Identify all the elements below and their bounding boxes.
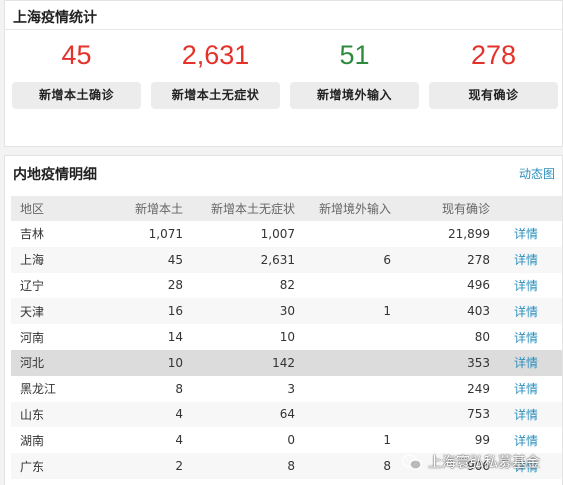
cell-region: 上海 — [11, 246, 71, 273]
cell-region: 吉林 — [20, 227, 45, 242]
stat-label: 现有确诊 — [429, 82, 558, 109]
cell-new-imported — [295, 376, 391, 402]
cell-new-asymptomatic: 0 — [287, 433, 295, 448]
table-row: 天津 16 30 1 403 详情 — [11, 298, 562, 325]
table-row: 河南 14 10 80 详情 — [11, 324, 562, 350]
cell-new-asymptomatic: 30 — [183, 298, 295, 325]
cell-new-imported — [295, 401, 391, 428]
cell-current-confirmed: 80 — [474, 330, 490, 345]
detail-link[interactable]: 详情 — [490, 401, 562, 428]
cell-new-local: 16 — [71, 298, 183, 325]
region-table: 地区 新增本土 新增本土无症状 新增境外输入 现有确诊 吉林 1,071 1,007… — [11, 196, 562, 479]
col-header-detail — [490, 196, 562, 221]
table-row: 山东 4 64 753 详情 — [11, 401, 562, 428]
table-row: 河北 10 142 353 详情 — [11, 349, 562, 376]
cell-current-confirmed: 403 — [391, 298, 490, 325]
stat-new-imported: 51 新增境外输入 — [290, 39, 419, 109]
cell-current-confirmed: 278 — [391, 246, 490, 273]
detail-link[interactable]: 详情 — [490, 298, 562, 325]
stat-label: 新增境外输入 — [290, 82, 419, 109]
cell-region: 广东 — [11, 453, 71, 479]
stat-current-confirmed: 278 现有确诊 — [429, 39, 558, 109]
cell-region: 河南 — [20, 330, 45, 345]
col-header-current-confirmed[interactable]: 现有确诊 — [391, 196, 490, 221]
stat-new-local-asymptomatic: 2,631 新增本土无症状 — [151, 39, 280, 109]
cell-new-imported — [295, 273, 391, 299]
detail-link[interactable]: 详情 — [490, 324, 562, 350]
cell-new-imported — [295, 349, 391, 376]
cell-new-asymptomatic: 64 — [183, 401, 295, 428]
card-title: 内地疫情明细 — [13, 167, 97, 183]
cell-new-local: 10 — [71, 349, 183, 376]
detail-link[interactable]: 详情 — [490, 453, 562, 479]
col-header-new-asymptomatic[interactable]: 新增本土无症状 — [183, 196, 295, 221]
table-row: 湖南 4 0 1 99 详情 — [11, 427, 562, 453]
cell-region: 河北 — [11, 349, 71, 376]
table-row: 上海 45 2,631 6 278 详情 — [11, 246, 562, 273]
cell-new-local: 1,071 — [148, 226, 183, 241]
stat-new-local-confirmed: 45 新增本土确诊 — [12, 39, 141, 109]
detail-link[interactable]: 详情 — [490, 246, 562, 273]
detail-link[interactable]: 详情 — [490, 376, 562, 402]
cell-new-imported: 6 — [295, 246, 391, 273]
cell-new-local: 28 — [167, 278, 183, 293]
cell-new-imported — [295, 221, 391, 247]
cell-new-asymptomatic: 142 — [183, 349, 295, 376]
cell-current-confirmed: 21,899 — [448, 226, 490, 241]
table-header-row: 地区 新增本土 新增本土无症状 新增境外输入 现有确诊 — [11, 196, 562, 221]
cell-current-confirmed: 249 — [467, 381, 490, 396]
shanghai-stats-card: 上海疫情统计 45 新增本土确诊 2,631 新增本土无症状 51 新增境外输入… — [4, 0, 563, 147]
cell-current-confirmed: 99 — [474, 433, 490, 448]
dynamic-chart-link[interactable]: 动态图 — [519, 165, 555, 182]
cell-new-imported — [295, 324, 391, 350]
stat-label: 新增本土无症状 — [151, 82, 280, 109]
stat-value: 278 — [470, 40, 517, 70]
cell-region: 天津 — [11, 298, 71, 325]
cell-new-imported: 1 — [383, 433, 391, 448]
col-header-new-imported[interactable]: 新增境外输入 — [295, 196, 391, 221]
stat-value: 2,631 — [181, 40, 250, 70]
cell-new-local: 4 — [175, 433, 183, 448]
cell-region: 湖南 — [20, 433, 45, 448]
mainland-detail-card: 内地疫情明细 动态图 地区 新增本土 新增本土无症状 新增境外输入 现有确诊 吉… — [4, 155, 563, 485]
col-header-region: 地区 — [11, 196, 71, 221]
table-row: 广东 2 8 8 906 详情 — [11, 453, 562, 479]
cell-new-local: 4 — [71, 401, 183, 428]
cell-new-local: 8 — [175, 381, 183, 396]
cell-current-confirmed: 496 — [467, 278, 490, 293]
table-row: 吉林 1,071 1,007 21,899 详情 — [11, 221, 562, 247]
table-row: 黑龙江 8 3 249 详情 — [11, 376, 562, 402]
cell-new-asymptomatic: 8 — [183, 453, 295, 479]
cell-current-confirmed: 753 — [391, 401, 490, 428]
detail-link[interactable]: 详情 — [490, 221, 562, 247]
cell-new-asymptomatic: 10 — [279, 330, 295, 345]
detail-link[interactable]: 详情 — [490, 349, 562, 376]
cell-new-asymptomatic: 2,631 — [183, 246, 295, 273]
cell-region: 黑龙江 — [20, 382, 57, 397]
divider — [5, 29, 562, 30]
stat-value: 51 — [339, 40, 370, 70]
cell-current-confirmed: 353 — [391, 349, 490, 376]
cell-new-local: 2 — [71, 453, 183, 479]
col-header-new-local[interactable]: 新增本土 — [71, 196, 183, 221]
detail-link[interactable]: 详情 — [490, 273, 562, 299]
card-title: 上海疫情统计 — [13, 10, 97, 26]
cell-new-imported: 8 — [295, 453, 391, 479]
cell-new-local: 14 — [167, 330, 183, 345]
stat-value: 45 — [61, 40, 92, 70]
detail-link[interactable]: 详情 — [490, 427, 562, 453]
cell-region: 山东 — [11, 401, 71, 428]
cell-current-confirmed: 906 — [391, 453, 490, 479]
cell-new-imported: 1 — [295, 298, 391, 325]
cell-new-asymptomatic: 3 — [287, 381, 295, 396]
cell-new-local: 45 — [71, 246, 183, 273]
table-row: 辽宁 28 82 496 详情 — [11, 273, 562, 299]
cell-new-asymptomatic: 82 — [279, 278, 295, 293]
cell-new-asymptomatic: 1,007 — [260, 226, 295, 241]
cell-region: 辽宁 — [20, 278, 45, 293]
stat-label: 新增本土确诊 — [12, 82, 141, 109]
